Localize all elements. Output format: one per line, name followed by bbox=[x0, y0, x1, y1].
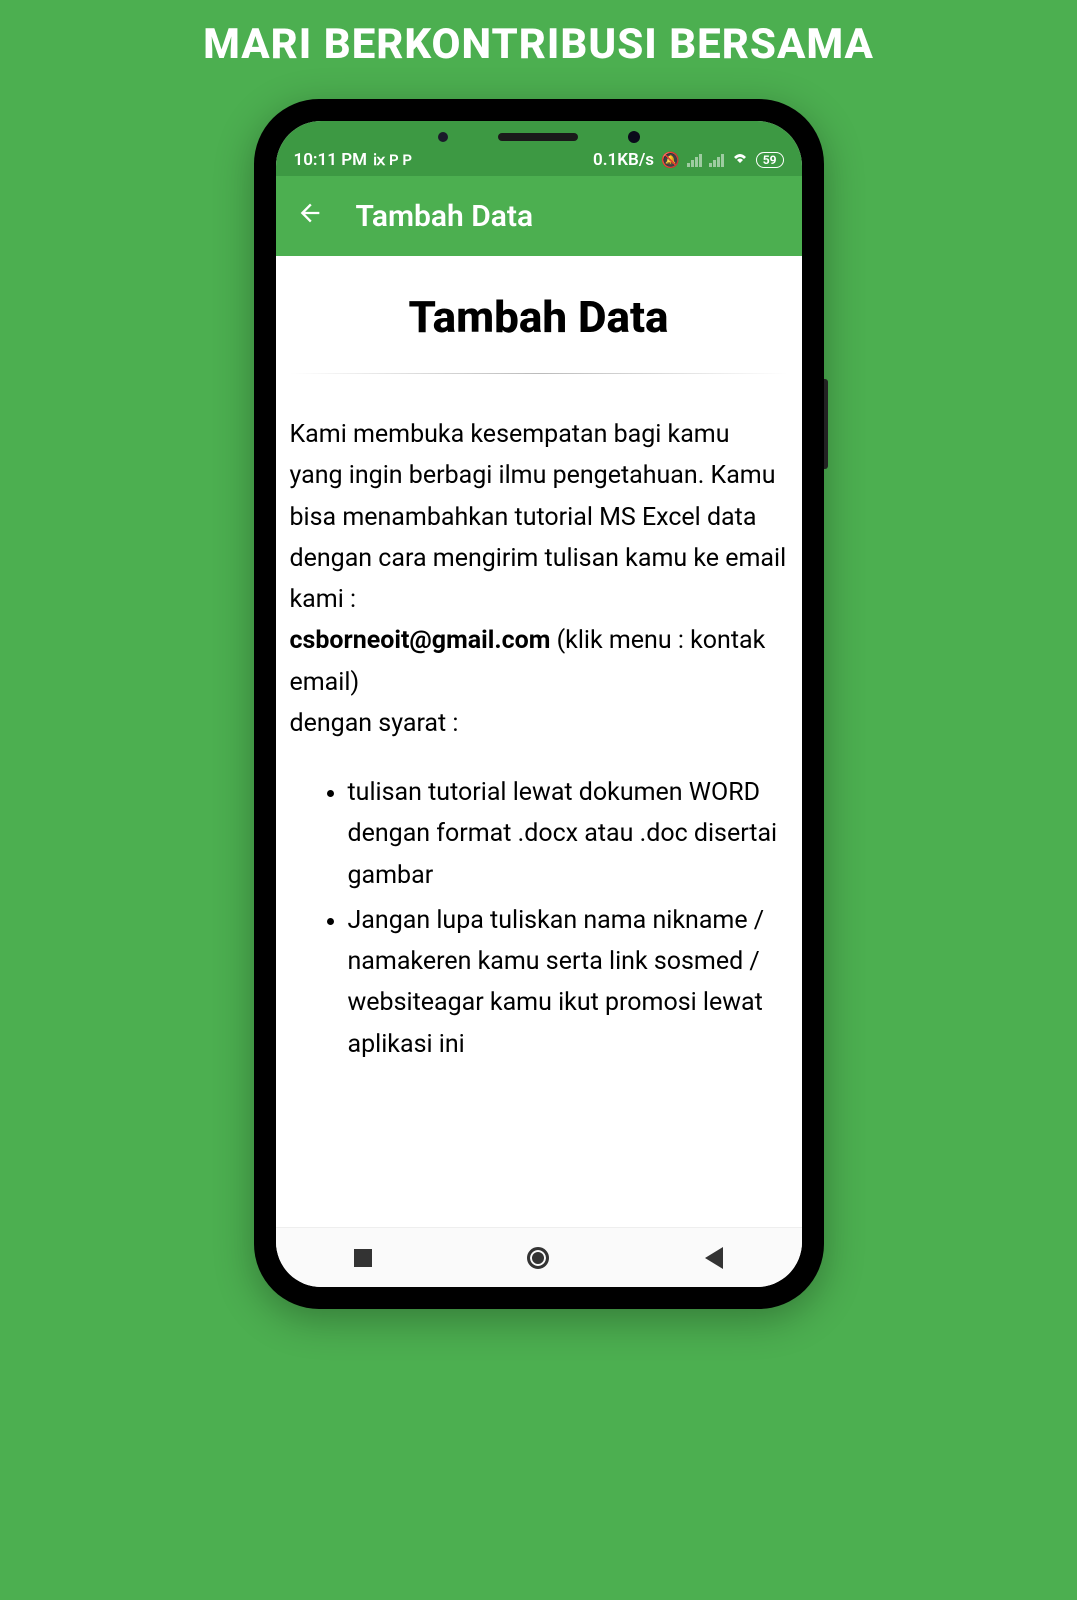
status-right: 0.1KB/s 🔕 59 bbox=[593, 150, 784, 170]
intro-text: Kami membuka kesempatan bagi kamu yang i… bbox=[290, 420, 787, 614]
square-icon bbox=[354, 1249, 372, 1267]
home-button[interactable] bbox=[525, 1245, 551, 1271]
phone-frame: 10:11 PM ⅸ P P 0.1KB/s 🔕 59 bbox=[254, 99, 824, 1309]
banner-title: MARI BERKONTRIBUSI BERSAMA bbox=[0, 0, 1077, 99]
requirements-list: tulisan tutorial lewat dokumen WORD deng… bbox=[290, 772, 788, 1065]
status-bar: 10:11 PM ⅸ P P 0.1KB/s 🔕 59 bbox=[276, 121, 802, 176]
navigation-bar bbox=[276, 1227, 802, 1287]
triangle-icon bbox=[705, 1247, 723, 1269]
email-address: csborneoit@gmail.com bbox=[290, 626, 551, 655]
phone-screen: 10:11 PM ⅸ P P 0.1KB/s 🔕 59 bbox=[276, 121, 802, 1287]
back-arrow-icon[interactable] bbox=[296, 197, 324, 235]
back-button[interactable] bbox=[701, 1245, 727, 1271]
sensor-icon bbox=[438, 132, 448, 142]
phone-wrapper: 10:11 PM ⅸ P P 0.1KB/s 🔕 59 bbox=[0, 99, 1077, 1309]
recent-apps-button[interactable] bbox=[350, 1245, 376, 1271]
wifi-icon bbox=[731, 151, 749, 169]
list-item: Jangan lupa tuliskan nama nikname / nama… bbox=[348, 900, 788, 1065]
intro-paragraph: Kami membuka kesempatan bagi kamu yang i… bbox=[290, 414, 788, 744]
divider bbox=[290, 373, 788, 374]
network-speed: 0.1KB/s bbox=[593, 150, 654, 170]
app-bar: Tambah Data bbox=[276, 176, 802, 256]
signal-icon bbox=[687, 154, 702, 167]
page-title: Tambah Data bbox=[290, 291, 788, 343]
signal-icon-2 bbox=[709, 154, 724, 167]
camera-icon bbox=[628, 131, 640, 143]
circle-icon bbox=[527, 1247, 549, 1269]
status-time: 10:11 PM bbox=[294, 150, 368, 170]
battery-icon: 59 bbox=[756, 152, 784, 168]
list-item: tulisan tutorial lewat dokumen WORD deng… bbox=[348, 772, 788, 896]
mute-icon: 🔕 bbox=[661, 151, 680, 169]
status-left: 10:11 PM ⅸ P P bbox=[294, 150, 413, 170]
content-area[interactable]: Tambah Data Kami membuka kesempatan bagi… bbox=[276, 256, 802, 1227]
condition-text: dengan syarat : bbox=[290, 709, 459, 738]
app-bar-title: Tambah Data bbox=[356, 199, 534, 234]
phone-notch bbox=[254, 131, 824, 143]
speaker-icon bbox=[498, 133, 578, 141]
status-indicator-icons: ⅸ P P bbox=[373, 151, 412, 169]
